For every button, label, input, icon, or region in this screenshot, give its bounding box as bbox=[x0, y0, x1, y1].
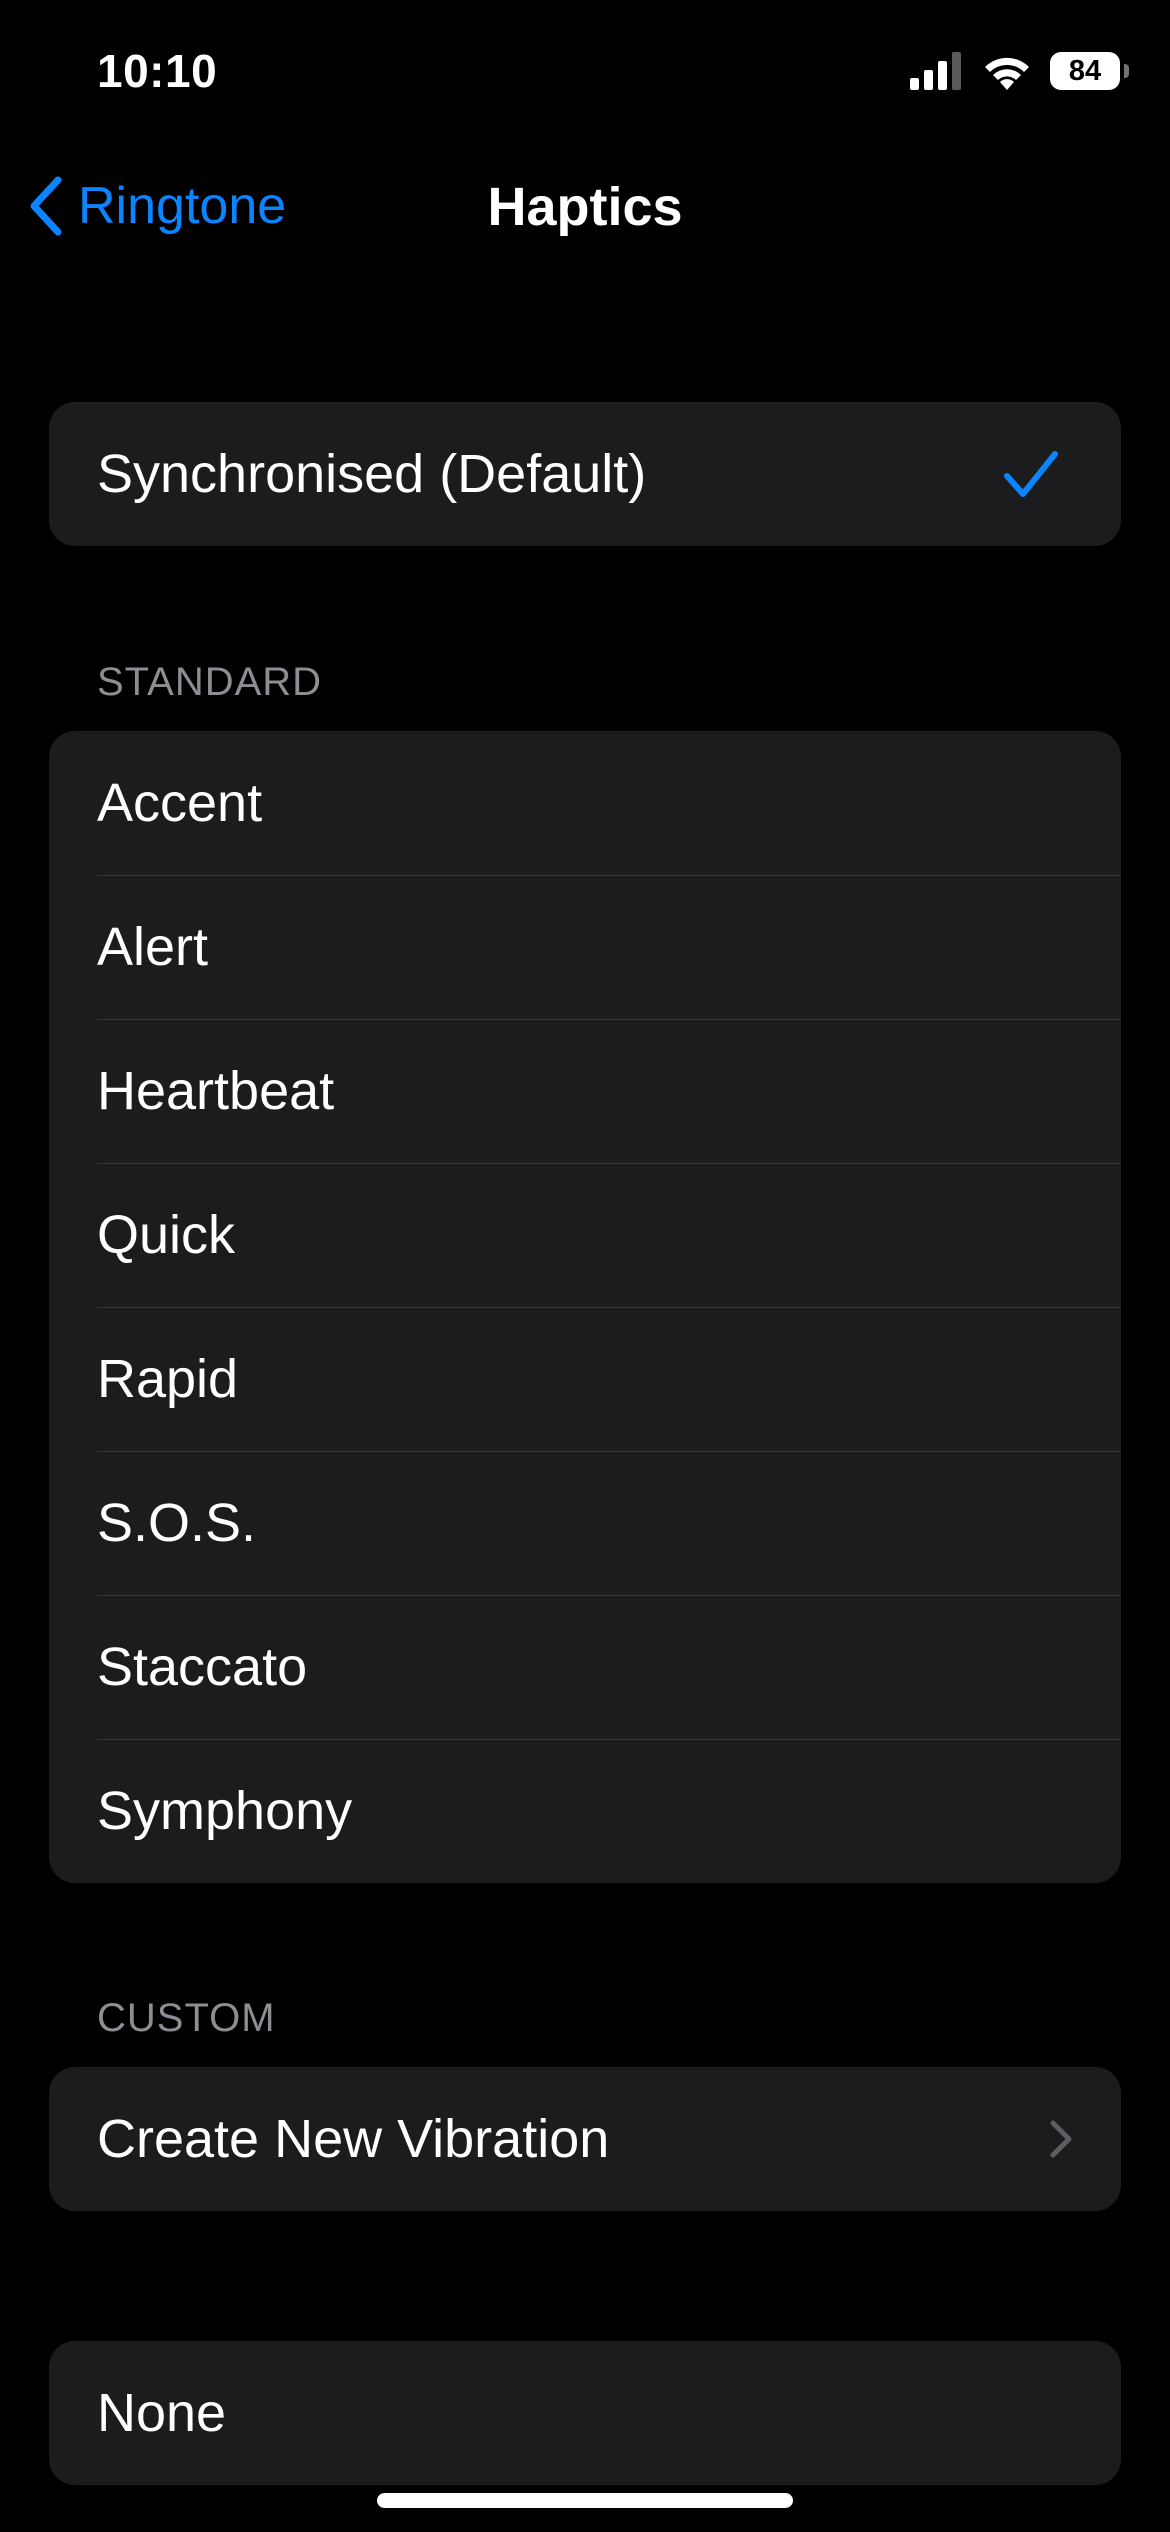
battery-level: 84 bbox=[1068, 54, 1102, 87]
option-label: Rapid bbox=[97, 1349, 239, 1409]
option-label: Synchronised (Default) bbox=[97, 444, 647, 504]
wifi-icon bbox=[985, 57, 1029, 90]
battery-icon: 84 bbox=[1050, 52, 1129, 90]
page-title: Haptics bbox=[487, 177, 683, 237]
option-rapid[interactable]: Rapid bbox=[49, 1307, 1121, 1451]
option-symphony[interactable]: Symphony bbox=[49, 1739, 1121, 1883]
home-indicator[interactable] bbox=[377, 2493, 793, 2508]
standard-group: Accent Alert Heartbeat Quick Rapid S.O.S… bbox=[49, 731, 1121, 1883]
chevron-right-icon bbox=[1050, 2120, 1072, 2158]
signal-icon bbox=[910, 52, 961, 90]
option-none[interactable]: None bbox=[49, 2341, 1121, 2485]
section-header-custom: CUSTOM bbox=[97, 1996, 276, 2040]
custom-group: Create New Vibration bbox=[49, 2067, 1121, 2211]
option-alert[interactable]: Alert bbox=[49, 875, 1121, 1019]
option-label: S.O.S. bbox=[97, 1493, 257, 1553]
option-staccato[interactable]: Staccato bbox=[49, 1595, 1121, 1739]
option-heartbeat[interactable]: Heartbeat bbox=[49, 1019, 1121, 1163]
navigation-bar: Ringtone Haptics bbox=[0, 160, 1170, 252]
option-label: Create New Vibration bbox=[97, 2109, 610, 2169]
status-icons: 84 bbox=[910, 52, 1129, 90]
option-label: Heartbeat bbox=[97, 1061, 335, 1121]
battery-nub bbox=[1124, 64, 1129, 78]
none-group: None bbox=[49, 2341, 1121, 2485]
option-accent[interactable]: Accent bbox=[49, 731, 1121, 875]
option-label: Symphony bbox=[97, 1781, 353, 1841]
option-sos[interactable]: S.O.S. bbox=[49, 1451, 1121, 1595]
option-label: Quick bbox=[97, 1205, 236, 1265]
default-group: Synchronised (Default) bbox=[49, 402, 1121, 546]
option-label: Alert bbox=[97, 917, 209, 977]
status-bar: 10:10 84 bbox=[0, 0, 1170, 140]
status-time: 10:10 bbox=[97, 45, 218, 97]
checkmark-icon bbox=[1004, 451, 1058, 497]
create-new-vibration-button[interactable]: Create New Vibration bbox=[49, 2067, 1121, 2211]
option-quick[interactable]: Quick bbox=[49, 1163, 1121, 1307]
option-label: None bbox=[97, 2383, 227, 2443]
option-label: Staccato bbox=[97, 1637, 308, 1697]
option-label: Accent bbox=[97, 773, 263, 833]
section-header-standard: STANDARD bbox=[97, 660, 323, 704]
option-synchronised-default[interactable]: Synchronised (Default) bbox=[49, 402, 1121, 546]
